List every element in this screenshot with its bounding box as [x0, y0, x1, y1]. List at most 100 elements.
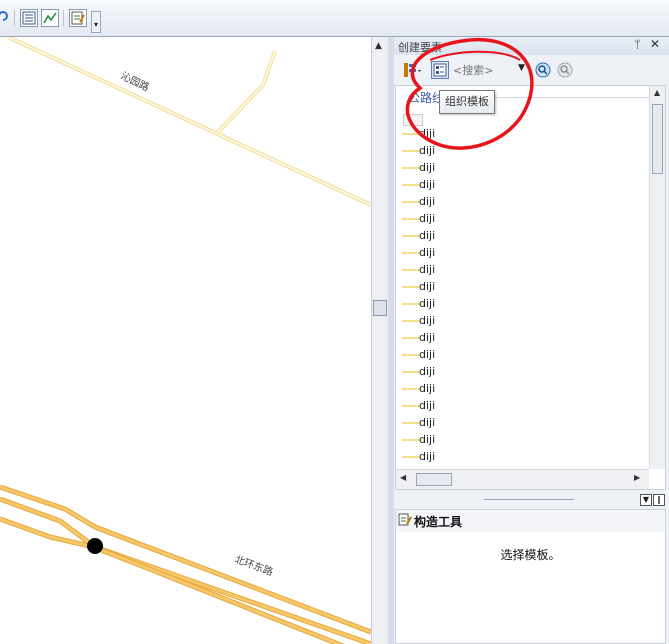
template-item-label: diji — [419, 161, 436, 174]
template-properties-icon[interactable] — [402, 61, 421, 79]
line-symbol-icon — [402, 133, 420, 135]
template-item-label: diji — [419, 365, 436, 378]
construction-tools-icon — [398, 513, 412, 526]
scroll-left-icon[interactable]: ◀ — [400, 473, 406, 482]
line-symbol-icon — [402, 405, 420, 407]
scrollbar-thumb[interactable] — [652, 104, 663, 174]
template-item-label: diji — [419, 127, 436, 140]
line-symbol-icon — [402, 150, 420, 152]
line-symbol-icon — [402, 218, 420, 220]
scroll-up-icon[interactable]: ▲ — [654, 88, 660, 97]
road-label-beihuan: 北环东路 — [233, 552, 275, 578]
template-item-label: diji — [419, 263, 436, 276]
chevron-down-icon[interactable]: ▼ — [518, 63, 525, 73]
template-item-label: diji — [419, 331, 436, 344]
line-symbol-icon — [402, 354, 420, 356]
create-features-panel: 创建要素 ᛘ ✕ ▼ 公路线 dijidijidijidijidijidijid… — [394, 37, 669, 644]
template-item[interactable]: diji — [402, 380, 602, 397]
template-item[interactable]: diji — [402, 176, 602, 193]
section-splitter[interactable] — [484, 499, 574, 500]
line-symbol-icon — [402, 337, 420, 339]
list-vertical-scrollbar[interactable]: ▲ — [649, 86, 665, 469]
template-item-label: diji — [419, 229, 436, 242]
clear-search-icon[interactable] — [556, 61, 574, 79]
line-symbol-icon — [402, 439, 420, 441]
template-item[interactable]: diji — [402, 363, 602, 380]
template-item-label: diji — [419, 399, 436, 412]
template-item[interactable]: diji — [402, 159, 602, 176]
line-symbol-icon — [402, 235, 420, 237]
chart-icon[interactable] — [41, 9, 59, 27]
template-item[interactable]: diji — [402, 142, 602, 159]
template-item-label: diji — [419, 144, 436, 157]
map-scrollbar[interactable]: ▲ — [371, 37, 388, 644]
template-item-label: diji — [419, 212, 436, 225]
template-list[interactable]: 公路线 diji diji diji diji diji diji diji diji diji… — [395, 85, 666, 490]
expand-icon[interactable]: ▼ — [640, 494, 652, 506]
panel-title-bar: 创建要素 ᛘ ✕ — [394, 37, 669, 55]
template-item-label: diji — [419, 382, 436, 395]
template-item-label: diji — [419, 433, 436, 446]
rotate-icon[interactable] — [0, 9, 14, 27]
search-input[interactable] — [453, 62, 515, 78]
template-item[interactable]: diji — [402, 414, 602, 431]
line-symbol-icon — [402, 388, 420, 390]
template-item-label: diji — [419, 246, 436, 259]
template-item-label: diji — [419, 450, 436, 463]
construction-tools-section: 构造工具 选择模板。 — [395, 509, 666, 644]
organize-templates-tooltip: 组织模板 — [439, 90, 495, 114]
template-item-label: diji — [419, 348, 436, 361]
toolbar-separator — [63, 10, 64, 26]
table-icon[interactable] — [20, 9, 38, 27]
template-item[interactable]: diji — [402, 312, 602, 329]
line-symbol-icon — [402, 269, 420, 271]
editor-icon[interactable] — [69, 9, 87, 27]
toolbar-separator — [14, 10, 15, 26]
scroll-up-icon[interactable]: ▲ — [375, 41, 382, 51]
vertex-marker[interactable] — [87, 538, 103, 554]
template-item[interactable]: diji — [402, 295, 602, 312]
construction-tools-header: 构造工具 — [396, 510, 665, 532]
pin-icon[interactable]: ᛘ — [634, 38, 641, 51]
template-item[interactable]: diji — [402, 210, 602, 227]
template-item[interactable]: diji — [402, 346, 602, 363]
line-symbol-icon — [402, 456, 420, 458]
template-item[interactable]: diji — [402, 227, 602, 244]
template-item-label: diji — [419, 416, 436, 429]
template-item[interactable]: diji — [402, 125, 602, 142]
template-item[interactable]: diji — [402, 193, 602, 210]
template-item[interactable]: diji — [402, 261, 602, 278]
list-horizontal-scrollbar[interactable]: ◀ ▶ — [396, 469, 649, 489]
template-item[interactable]: diji — [402, 431, 602, 448]
search-icon[interactable] — [534, 61, 552, 79]
overflow-icon[interactable]: ▾ — [91, 11, 101, 33]
scrollbar-thumb[interactable] — [416, 473, 452, 486]
collapse-icon[interactable]: ‖ — [653, 494, 665, 506]
line-symbol-icon — [402, 422, 420, 424]
construction-tools-message: 选择模板。 — [500, 548, 561, 562]
template-item-label: diji — [419, 297, 436, 310]
template-item-label: diji — [419, 195, 436, 208]
line-symbol-icon — [402, 286, 420, 288]
construction-tools-title: 构造工具 — [414, 515, 463, 529]
template-item-label: diji — [419, 280, 436, 293]
line-symbol-icon — [402, 371, 420, 373]
line-symbol-icon — [402, 184, 420, 186]
template-item[interactable]: diji — [402, 448, 602, 465]
template-item[interactable]: diji — [402, 244, 602, 261]
template-item[interactable]: diji — [402, 329, 602, 346]
template-item-label: diji — [419, 178, 436, 191]
panel-title: 创建要素 — [398, 41, 442, 54]
map-canvas[interactable]: 沁园路 北环东路 — [0, 37, 371, 644]
scroll-right-icon[interactable]: ▶ — [634, 473, 640, 482]
minor-road — [7, 37, 371, 207]
close-icon[interactable]: ✕ — [650, 37, 660, 51]
scrollbar-thumb[interactable] — [373, 300, 387, 316]
major-road — [0, 484, 371, 644]
map-view[interactable]: 沁园路 北环东路 — [0, 37, 371, 644]
main-toolbar: ▾ — [0, 0, 669, 37]
template-item[interactable]: diji — [402, 397, 602, 414]
template-item[interactable]: diji — [402, 278, 602, 295]
line-symbol-icon — [402, 320, 420, 322]
organize-templates-icon[interactable] — [431, 61, 449, 79]
